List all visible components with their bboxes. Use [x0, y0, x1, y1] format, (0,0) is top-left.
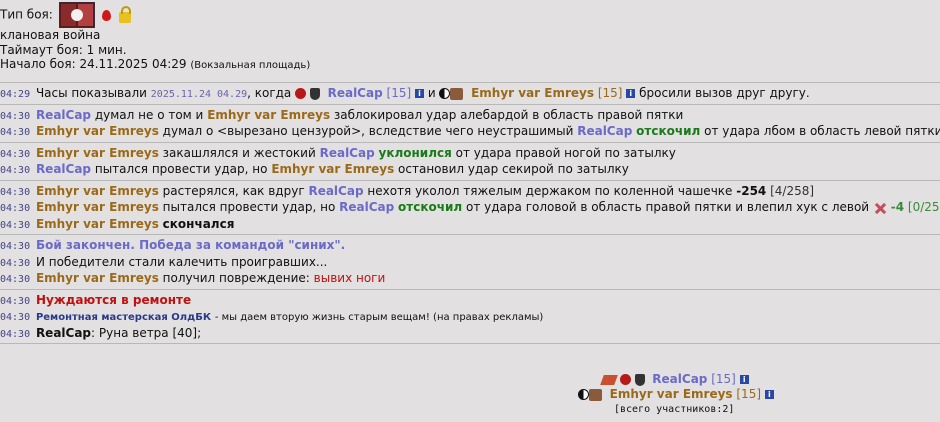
hp-value: [0/258]	[907, 200, 940, 214]
player-link[interactable]: Emhyr var Emreys	[207, 108, 330, 122]
align-ball-icon	[295, 88, 307, 99]
clan-crest-icon	[450, 87, 464, 100]
player-link[interactable]: Emhyr var Emreys	[36, 217, 159, 231]
player-link[interactable]: Emhyr var Emreys	[471, 86, 594, 100]
damage-value: -4	[890, 200, 905, 214]
log-line: 04:30 Emhyr var Emreys получил поврежден…	[0, 271, 386, 285]
align-ball-icon	[619, 374, 631, 385]
battle-type-label: Тип боя:	[0, 7, 53, 22]
log-line: 04:30 И победители стали калечить проигр…	[0, 254, 328, 269]
battle-header: Тип боя: клановая война Таймаут боя: 1 м…	[0, 2, 310, 74]
log-block: 04:30 RealCap думал не о том и Emhyr var…	[0, 103, 940, 142]
player-link[interactable]: Emhyr var Emreys	[610, 387, 733, 401]
battle-result: Бой закончен. Победа за командой "синих"…	[35, 238, 346, 252]
player-link[interactable]: RealCap	[320, 146, 375, 160]
info-icon[interactable]: i	[626, 89, 636, 98]
damage-value: -254	[736, 183, 767, 198]
player-link[interactable]: RealCap	[652, 372, 707, 386]
action-word: отскочил	[636, 124, 701, 138]
player-link[interactable]: Emhyr var Emreys	[271, 162, 394, 176]
repair-heading: Нуждаются в ремонте	[35, 292, 192, 307]
player-link[interactable]: RealCap	[339, 200, 394, 214]
info-icon[interactable]: i	[414, 89, 424, 98]
log-line: 04:30 RealCap: Руна ветра [40];	[0, 325, 202, 340]
player-link[interactable]: RealCap	[577, 124, 632, 138]
player-link[interactable]: RealCap	[36, 108, 91, 122]
battle-start: Начало боя: 24.11.2025 04:29 (Вокзальная…	[0, 57, 311, 71]
player-link[interactable]: Emhyr var Emreys	[36, 146, 159, 160]
lock-icon	[119, 5, 132, 23]
log-divider	[0, 343, 940, 348]
repair-shop-link[interactable]: Ремонтная мастерская ОлдБК	[36, 312, 211, 323]
log-block: 04:30 Emhyr var Emreys растерялся, как в…	[0, 179, 940, 235]
battle-location: (Вокзальная площадь)	[190, 60, 311, 71]
participant-row: RealCap [15] i	[600, 372, 860, 387]
log-line: 04:30 Emhyr var Emreys думал о <вырезано…	[0, 124, 940, 138]
player-level: [15]	[597, 86, 623, 100]
player-level: [15]	[386, 86, 412, 100]
crossed-swords-icon	[873, 202, 887, 214]
battle-type-row: Тип боя:	[0, 2, 310, 28]
horns-icon	[309, 87, 320, 100]
info-icon[interactable]: i	[764, 390, 774, 399]
player-link[interactable]: Emhyr var Emreys	[36, 200, 159, 214]
log-time: 04:29	[0, 89, 31, 100]
log-block: 04:30 Бой закончен. Победа за командой "…	[0, 234, 940, 289]
player-link[interactable]: RealCap	[328, 86, 383, 100]
log-line: 04:30 Emhyr var Emreys закашлялся и жест…	[0, 145, 676, 160]
log-date: 2025.11.24 04.29	[150, 89, 248, 100]
yin-yang-icon	[578, 389, 589, 400]
player-level: [15]	[736, 387, 762, 401]
log-block: 04:30 Нуждаются в ремонте 04:30 Ремонтна…	[0, 288, 940, 344]
log-line: 04:30 Бой закончен. Победа за командой "…	[0, 238, 346, 252]
player-link[interactable]: RealCap	[36, 326, 91, 340]
player-link[interactable]: RealCap	[36, 162, 91, 176]
battle-timeout: Таймаут боя: 1 мин.	[0, 42, 127, 57]
player-link[interactable]: Emhyr var Emreys	[36, 271, 159, 285]
player-level: [15]	[711, 372, 736, 386]
yin-yang-icon	[439, 88, 451, 99]
log-block: 04:29 Часы показывали 2025.11.24 04.29, …	[0, 82, 940, 104]
injury-text: вывих ноги	[313, 271, 386, 285]
participant-row: Emhyr var Emreys [15] i	[578, 387, 860, 402]
axe-icon	[600, 374, 618, 385]
player-link[interactable]: RealCap	[308, 184, 363, 198]
action-word: отскочил	[398, 200, 463, 214]
log-line: 04:30 Нуждаются в ремонте	[0, 292, 192, 307]
player-link[interactable]: Emhyr var Emreys	[36, 124, 159, 138]
participants-total: [всего участников:2]	[614, 404, 735, 415]
log-line: 04:30 RealCap думал не о том и Emhyr var…	[0, 107, 684, 122]
log-block: 04:30 Emhyr var Emreys закашлялся и жест…	[0, 141, 940, 180]
log-line: 04:30 Ремонтная мастерская ОлдБК - мы да…	[0, 312, 544, 323]
log-line: 04:29 Часы показывали 2025.11.24 04.29, …	[0, 86, 810, 100]
horns-icon	[634, 373, 645, 386]
player-link[interactable]: Emhyr var Emreys	[36, 184, 159, 198]
blood-drop-icon	[102, 9, 112, 21]
action-word: уклонился	[378, 145, 452, 160]
hp-value: [4/258]	[770, 183, 815, 198]
participants-panel: RealCap [15] i Emhyr var Emreys [15] i […	[560, 372, 860, 417]
clan-crest-icon	[589, 388, 602, 401]
log-line: 04:30 RealCap пытался провести удар, но …	[0, 162, 629, 176]
log-line: 04:30 Emhyr var Emreys растерялся, как в…	[0, 183, 815, 198]
battle-kind: клановая война	[0, 28, 101, 42]
info-icon[interactable]: i	[739, 375, 749, 384]
log-line: 04:30 Emhyr var Emreys скончался	[0, 216, 235, 231]
clan-war-icon	[58, 2, 95, 28]
battle-log: 04:29 Часы показывали 2025.11.24 04.29, …	[0, 82, 940, 348]
log-line: 04:30 Emhyr var Emreys пытался провести …	[0, 199, 940, 216]
